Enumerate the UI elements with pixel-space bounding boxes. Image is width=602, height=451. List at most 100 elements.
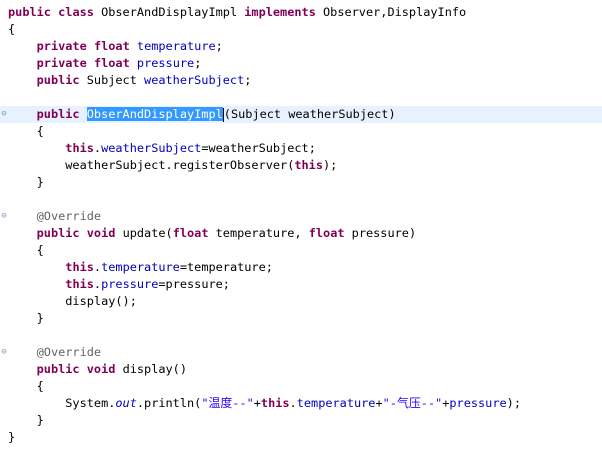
keyword-token: implements (244, 5, 316, 19)
code-text: { (8, 124, 44, 138)
code-line[interactable]: ⊖ public ObserAndDisplayImpl(Subject wea… (0, 106, 602, 123)
code-text: display() (115, 362, 187, 376)
code-line[interactable]: display(); (0, 293, 602, 310)
keyword-token: float (308, 226, 345, 240)
keyword-token: this (65, 260, 94, 274)
code-text: pressure) (344, 226, 417, 240)
code-line[interactable]: public Subject weatherSubject; (0, 72, 602, 89)
code-line[interactable]: { (0, 21, 602, 38)
keyword-token: void (86, 226, 116, 240)
code-line[interactable]: public void display() (0, 361, 602, 378)
code-line[interactable]: this.temperature=temperature; (0, 259, 602, 276)
keyword-token: void (86, 362, 116, 376)
code-text: display(); (8, 294, 137, 308)
keyword-token: public (36, 107, 80, 121)
code-text: } (8, 175, 44, 189)
keyword-token: public (36, 226, 80, 240)
code-content: public void display() (8, 361, 187, 378)
static-field-token: out (115, 396, 137, 410)
code-line[interactable] (0, 89, 602, 106)
field-token: pressure (101, 277, 159, 291)
code-line[interactable]: this.pressure=pressure; (0, 276, 602, 293)
code-line[interactable]: public void update(float temperature, fl… (0, 225, 602, 242)
fold-collapse-icon[interactable]: ⊖ (0, 106, 8, 123)
code-text: { (8, 379, 44, 393)
code-line[interactable]: ⊖ @Override (0, 344, 602, 361)
keyword-token: class (58, 5, 94, 19)
fold-collapse-icon[interactable]: ⊖ (0, 344, 8, 361)
string-literal-token: "温度--" (201, 396, 254, 410)
code-line[interactable]: public class ObserAndDisplayImpl impleme… (0, 4, 602, 21)
code-text: ; (194, 56, 202, 70)
code-line[interactable]: } (0, 412, 602, 429)
code-content: @Override (8, 208, 101, 225)
code-content: display(); (8, 293, 137, 310)
field-token: weatherSubject (101, 141, 202, 155)
code-content: this.pressure=pressure; (8, 276, 230, 293)
code-content: private float temperature; (8, 38, 223, 55)
keyword-token: public (36, 73, 80, 87)
code-line[interactable]: } (0, 429, 602, 446)
code-text: update( (115, 226, 173, 240)
code-text: { (8, 22, 16, 36)
code-text: =pressure; (158, 277, 230, 291)
code-line[interactable]: System.out.println("温度--"+this.temperatu… (0, 395, 602, 412)
code-text: ); (323, 158, 338, 172)
keyword-token: float (93, 56, 130, 70)
keyword-token: float (172, 226, 209, 240)
keyword-token: this (294, 158, 323, 172)
code-content: { (8, 378, 44, 395)
code-text: } (8, 413, 44, 427)
code-text: { (8, 243, 44, 257)
code-line[interactable] (0, 191, 602, 208)
annotation-token: @Override (36, 345, 102, 359)
field-token: temperature (296, 396, 376, 410)
code-line[interactable]: private float temperature; (0, 38, 602, 55)
keyword-token: public (8, 5, 51, 19)
code-content: } (8, 310, 44, 327)
field-token: pressure (136, 56, 195, 70)
code-text: } (8, 430, 16, 444)
code-text: Subject (79, 73, 145, 87)
keyword-token: this (260, 396, 290, 410)
code-line[interactable]: weatherSubject.registerObserver(this); (0, 157, 602, 174)
code-content: this.temperature=temperature; (8, 259, 273, 276)
code-line[interactable]: } (0, 174, 602, 191)
code-text: System. (8, 396, 116, 410)
fold-collapse-icon[interactable]: ⊖ (0, 208, 8, 225)
field-token: pressure (449, 396, 507, 410)
code-text: ); (506, 396, 521, 410)
code-content: System.out.println("温度--"+this.temperatu… (8, 395, 521, 412)
code-text: + (253, 396, 261, 410)
code-line[interactable]: { (0, 242, 602, 259)
code-line[interactable] (0, 327, 602, 344)
code-content: } (8, 429, 15, 446)
code-text: .println( (136, 396, 202, 410)
code-content: public class ObserAndDisplayImpl impleme… (8, 4, 466, 21)
keyword-token: float (93, 39, 130, 53)
code-text: Observer,DisplayInfo (315, 5, 467, 19)
code-editor[interactable]: public class ObserAndDisplayImpl impleme… (0, 0, 602, 451)
code-line[interactable]: ⊖ @Override (0, 208, 602, 225)
code-line[interactable]: } (0, 310, 602, 327)
code-line[interactable]: this.weatherSubject=weatherSubject; (0, 140, 602, 157)
code-content: public Subject weatherSubject; (8, 72, 252, 89)
code-line[interactable]: private float pressure; (0, 55, 602, 72)
field-token: temperature (101, 260, 180, 274)
code-line[interactable]: { (0, 378, 602, 395)
code-text: + (375, 396, 383, 410)
code-line[interactable]: { (0, 123, 602, 140)
